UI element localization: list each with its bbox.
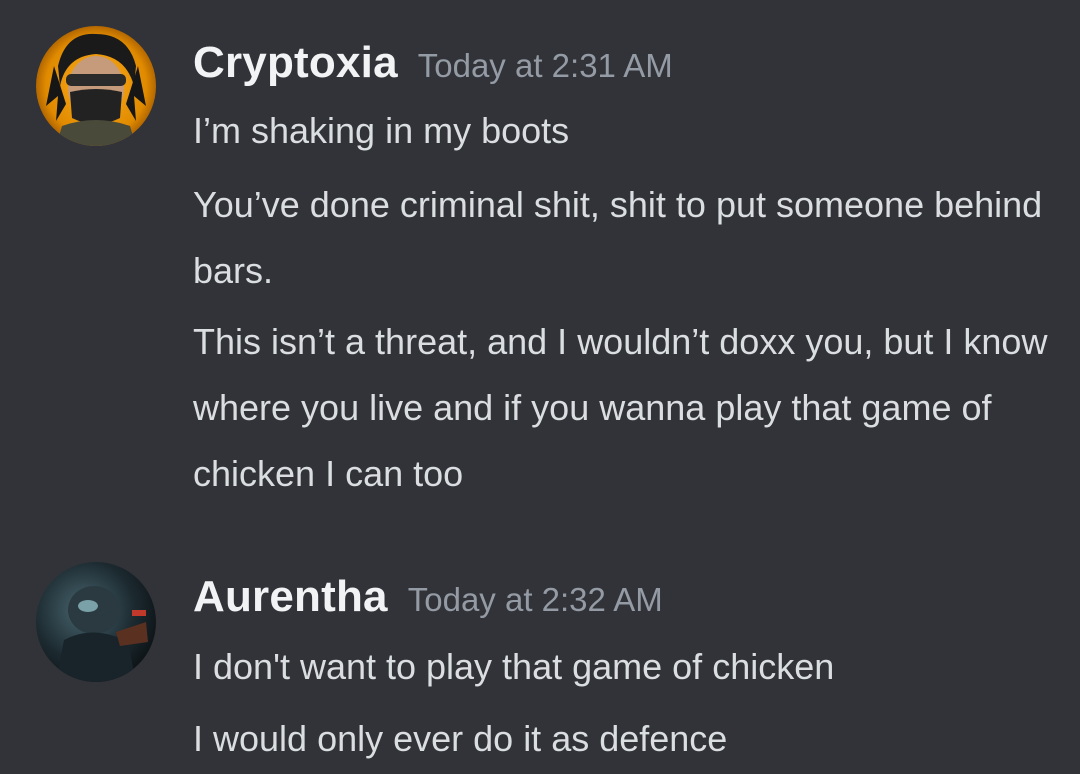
dark-figure-avatar-icon[interactable]	[36, 562, 156, 682]
username[interactable]: Aurentha	[193, 572, 388, 621]
chat-messages: Cryptoxia Today at 2:31 AM I’m shaking in…	[0, 0, 1080, 774]
message-header: Aurentha Today at 2:32 AM	[193, 572, 663, 622]
timestamp[interactable]: Today at 2:32 AM	[408, 581, 663, 618]
message-header: Cryptoxia Today at 2:31 AM	[193, 38, 673, 88]
message-text: I’m shaking in my boots	[193, 110, 570, 151]
message-text: I would only ever do it as defence	[193, 718, 728, 759]
timestamp[interactable]: Today at 2:31 AM	[418, 47, 673, 84]
message-text: I don't want to play that game of chicke…	[193, 646, 835, 687]
message-text: You’ve done criminal shit, shit to put s…	[193, 184, 1043, 291]
masked-user-avatar-icon[interactable]	[36, 26, 156, 146]
message-text: This isn’t a threat, and I wouldn’t doxx…	[193, 321, 1048, 494]
username[interactable]: Cryptoxia	[193, 38, 398, 87]
